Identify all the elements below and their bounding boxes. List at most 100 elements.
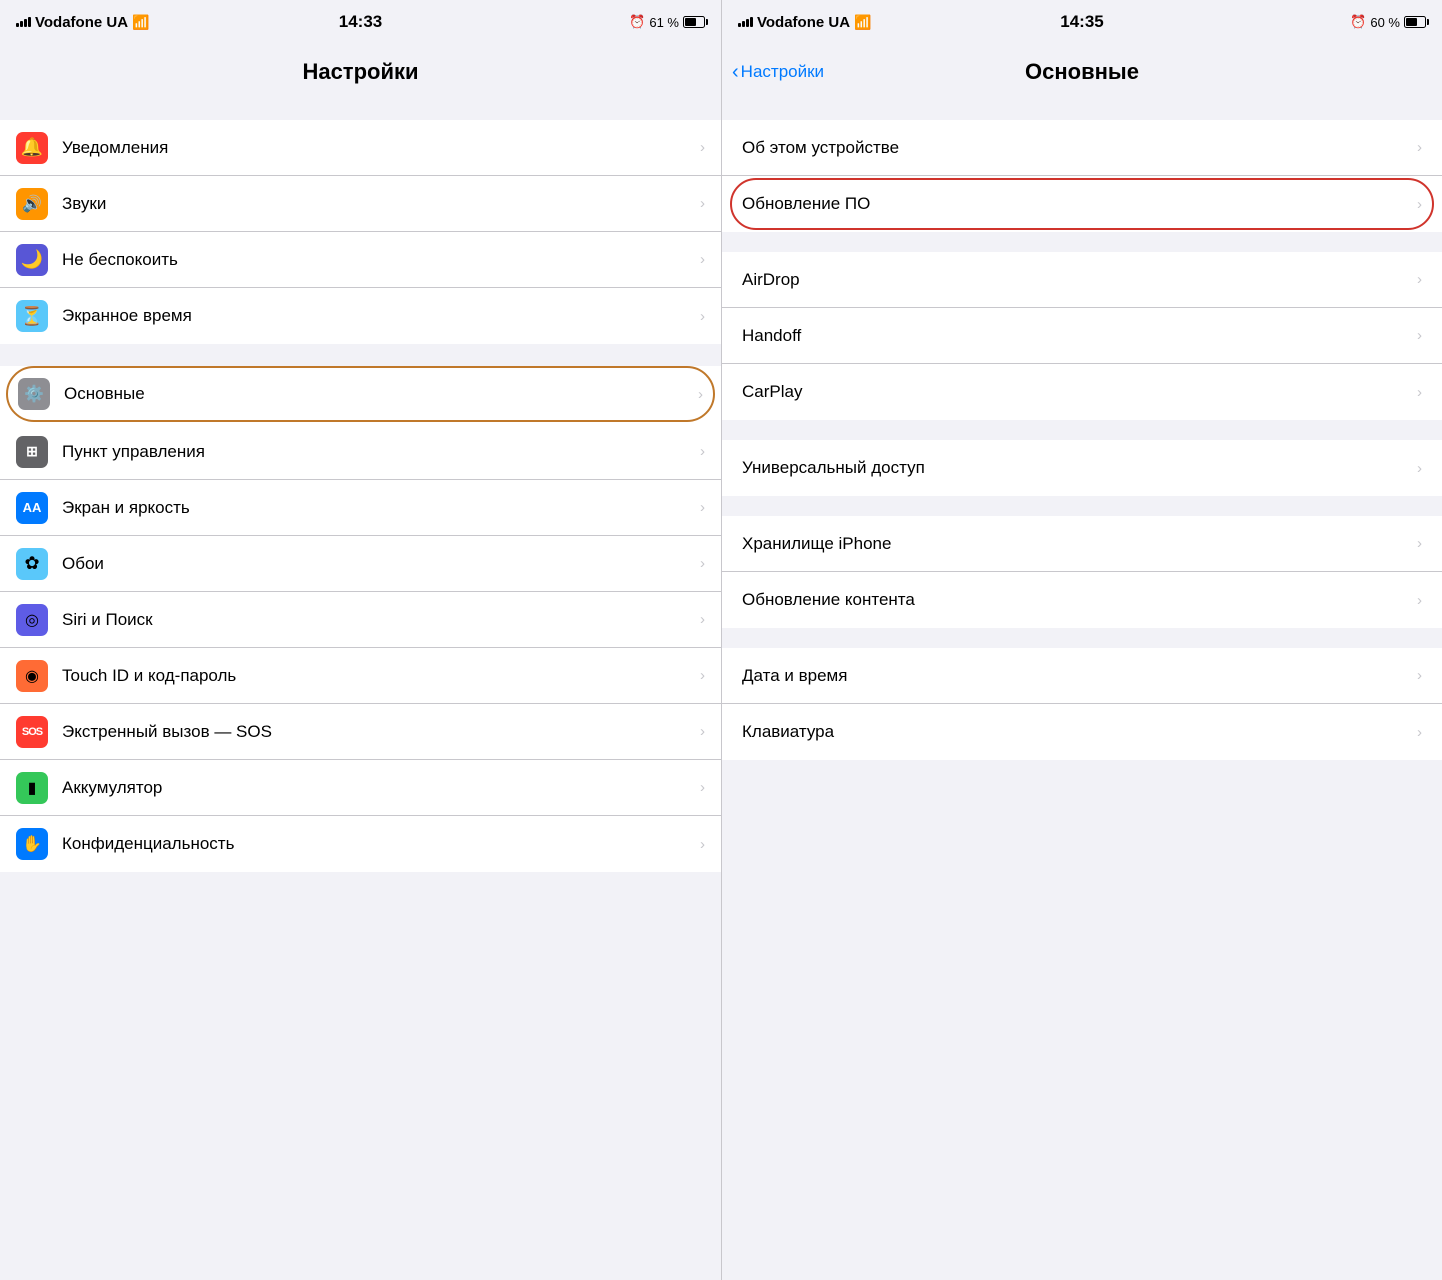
settings-row-sounds[interactable]: 🔊 Звуки › [0,176,721,232]
r-signal-bar-1 [738,23,741,27]
settings-row-keyboard[interactable]: Клавиатура › [722,704,1442,760]
r-signal-bar-3 [746,19,749,27]
battery-percent-right: 60 % [1370,15,1400,30]
page-title-right: Основные [1025,59,1139,85]
r-section-gap-5 [722,628,1442,648]
settings-row-airdrop[interactable]: AirDrop › [722,252,1442,308]
back-button[interactable]: ‹ Настройки [732,62,824,82]
screen-time-icon: ⏳ [16,300,48,332]
general-icon: ⚙️ [18,378,50,410]
r-section-gap-3 [722,420,1442,440]
handoff-label: Handoff [742,326,1409,346]
settings-row-general[interactable]: ⚙️ Основные › [6,366,715,422]
wallpaper-label: Обои [62,554,692,574]
display-chevron: › [700,499,705,516]
settings-row-siri[interactable]: ◎ Siri и Поиск › [0,592,721,648]
section-gap-2 [0,344,721,364]
battery-fill-right [1406,18,1417,26]
settings-row-display[interactable]: AA Экран и яркость › [0,480,721,536]
touch-id-label: Touch ID и код-пароль [62,666,692,686]
nav-bar-left: Настройки [0,44,721,100]
device-section: Об этом устройстве › Обновление ПО › [722,120,1442,232]
settings-row-battery[interactable]: ▮ Аккумулятор › [0,760,721,816]
iphone-storage-chevron: › [1417,535,1422,552]
wallpaper-chevron: › [700,555,705,572]
settings-row-notifications[interactable]: 🔔 Уведомления › [0,120,721,176]
touch-id-chevron: › [700,667,705,684]
settings-row-control-center[interactable]: ⊞ Пункт управления › [0,424,721,480]
nav-bar-right: ‹ Настройки Основные [722,44,1442,100]
settings-row-wallpaper[interactable]: ✿ Обои › [0,536,721,592]
carrier-right: Vodafone UA 📶 [738,14,872,31]
settings-row-background-refresh[interactable]: Обновление контента › [722,572,1442,628]
settings-row-privacy[interactable]: ✋ Конфиденциальность › [0,816,721,872]
r-signal-bar-4 [750,17,753,27]
battery-label: Аккумулятор [62,778,692,798]
r-section-gap-4 [722,496,1442,516]
signal-bars-right [738,17,753,27]
control-center-label: Пункт управления [62,442,692,462]
connectivity-section: AirDrop › Handoff › CarPlay › [722,252,1442,420]
wifi-icon-left: 📶 [132,14,149,31]
sounds-label: Звуки [62,194,692,214]
status-bar-left: Vodafone UA 📶 14:33 ⏰ 61 % [0,0,721,44]
dnd-icon: 🌙 [16,244,48,276]
notifications-label: Уведомления [62,138,692,158]
signal-bar-1 [16,23,19,27]
about-label: Об этом устройстве [742,138,1409,158]
settings-list-right: Об этом устройстве › Обновление ПО › Air… [722,100,1442,1280]
signal-bar-3 [24,19,27,27]
status-right-right: ⏰ 60 % [1350,14,1426,30]
date-time-chevron: › [1417,667,1422,684]
dnd-label: Не беспокоить [62,250,692,270]
battery-icon-right [1404,16,1426,28]
page-title-left: Настройки [302,59,418,85]
notifications-icon: 🔔 [16,132,48,164]
keyboard-chevron: › [1417,724,1422,741]
time-left: 14:33 [339,12,382,32]
privacy-chevron: › [700,836,705,853]
settings-row-software-update[interactable]: Обновление ПО › [722,176,1442,232]
settings-row-about[interactable]: Об этом устройстве › [722,120,1442,176]
battery-percent-left: 61 % [649,15,679,30]
keyboard-label: Клавиатура [742,722,1409,742]
r-section-gap-1 [722,100,1442,120]
wallpaper-icon: ✿ [16,548,48,580]
background-refresh-label: Обновление контента [742,590,1409,610]
settings-row-carplay[interactable]: CarPlay › [722,364,1442,420]
accessibility-label: Универсальный доступ [742,458,1409,478]
general-chevron: › [698,386,703,403]
settings-row-accessibility[interactable]: Универсальный доступ › [722,440,1442,496]
alarm-icon-right: ⏰ [1350,14,1366,30]
accessibility-chevron: › [1417,460,1422,477]
background-refresh-chevron: › [1417,592,1422,609]
settings-row-dnd[interactable]: 🌙 Не беспокоить › [0,232,721,288]
notifications-section: 🔔 Уведомления › 🔊 Звуки › 🌙 Не беспокоит… [0,120,721,344]
software-update-chevron: › [1417,196,1422,213]
section-gap-3 [0,872,721,892]
software-update-label: Обновление ПО [742,194,1409,214]
handoff-chevron: › [1417,327,1422,344]
sos-label: Экстренный вызов — SOS [62,722,692,742]
status-right-left: ⏰ 61 % [629,14,705,30]
settings-row-date-time[interactable]: Дата и время › [722,648,1442,704]
sos-icon: SOS [16,716,48,748]
sounds-icon: 🔊 [16,188,48,220]
r-section-gap-6 [722,760,1442,780]
siri-icon: ◎ [16,604,48,636]
settings-row-handoff[interactable]: Handoff › [722,308,1442,364]
settings-row-screen-time[interactable]: ⏳ Экранное время › [0,288,721,344]
settings-row-iphone-storage[interactable]: Хранилище iPhone › [722,516,1442,572]
settings-row-sos[interactable]: SOS Экстренный вызов — SOS › [0,704,721,760]
about-chevron: › [1417,139,1422,156]
r-section-gap-2 [722,232,1442,252]
sos-chevron: › [700,723,705,740]
settings-row-touch-id[interactable]: ◉ Touch ID и код-пароль › [0,648,721,704]
airdrop-chevron: › [1417,271,1422,288]
battery-row-icon: ▮ [16,772,48,804]
dnd-chevron: › [700,251,705,268]
date-time-label: Дата и время [742,666,1409,686]
signal-bar-2 [20,21,23,27]
carrier-left: Vodafone UA 📶 [16,14,150,31]
privacy-icon: ✋ [16,828,48,860]
